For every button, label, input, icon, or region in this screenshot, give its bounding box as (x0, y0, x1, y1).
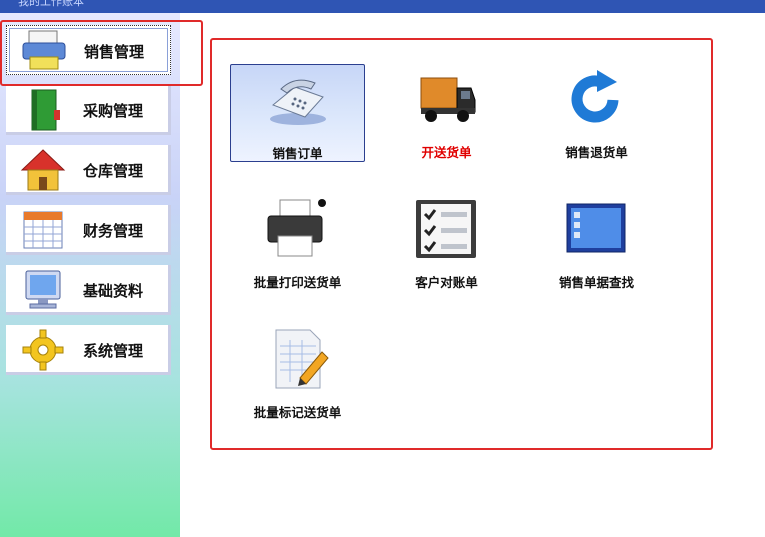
sidebar-item-label: 基础资料 (83, 282, 144, 300)
sidebar-item-system[interactable]: 系统管理 (6, 325, 171, 375)
calendar-icon (23, 211, 63, 249)
sidebar-item-warehouse[interactable]: 仓库管理 (6, 145, 171, 195)
monitor-icon (25, 270, 61, 309)
tile-label: 批量打印送货单 (253, 275, 342, 290)
telephone-icon (270, 79, 326, 125)
window-icon (566, 203, 626, 253)
tile-label: 销售订单 (272, 146, 323, 161)
tile-label: 销售退货单 (565, 145, 628, 160)
refresh-icon (571, 70, 619, 123)
sidebar-item-finance[interactable]: 财务管理 (6, 205, 171, 255)
tile-label: 销售单据查找 (558, 275, 634, 290)
book-icon (31, 89, 60, 131)
sidebar-item-label: 仓库管理 (83, 162, 144, 180)
tile-label: 开送货单 (421, 145, 472, 160)
tile-label: 批量标记送货单 (253, 405, 342, 420)
sidebar-highlight-frame (0, 20, 203, 86)
tile-sales-order[interactable]: 销售订单 (230, 64, 365, 162)
tile-create-delivery[interactable]: 开送货单 (379, 64, 514, 162)
title-bar: 我的工作账本 (0, 0, 765, 13)
sidebar-item-label: 财务管理 (83, 222, 144, 240)
tile-sales-document-search[interactable]: 销售单据查找 (529, 194, 664, 292)
sidebar-item-label: 采购管理 (83, 102, 144, 120)
sidebar-item-basic-data[interactable]: 基础资料 (6, 265, 171, 315)
tile-customer-statement[interactable]: 客户对账单 (379, 194, 514, 292)
truck-icon (420, 77, 476, 122)
tile-label: 客户对账单 (415, 275, 478, 290)
spreadsheet-edit-icon (275, 329, 329, 389)
tile-sales-return[interactable]: 销售退货单 (529, 64, 664, 162)
sidebar-item-label: 系统管理 (83, 342, 144, 360)
printer-icon (267, 199, 326, 257)
checklist-icon (416, 200, 476, 258)
sidebar-item-purchase[interactable]: 采购管理 (6, 85, 171, 135)
tile-batch-print[interactable]: 批量打印送货单 (230, 194, 365, 292)
window-title: 我的工作账本 (18, 0, 84, 8)
house-icon (20, 149, 66, 191)
gear-icon (22, 329, 64, 371)
tile-batch-mark-delivery[interactable]: 批量标记送货单 (230, 324, 365, 422)
sidebar: 销售管理 采购管理 仓库管理 财务管理 基础资料 系统管理 (0, 13, 180, 537)
